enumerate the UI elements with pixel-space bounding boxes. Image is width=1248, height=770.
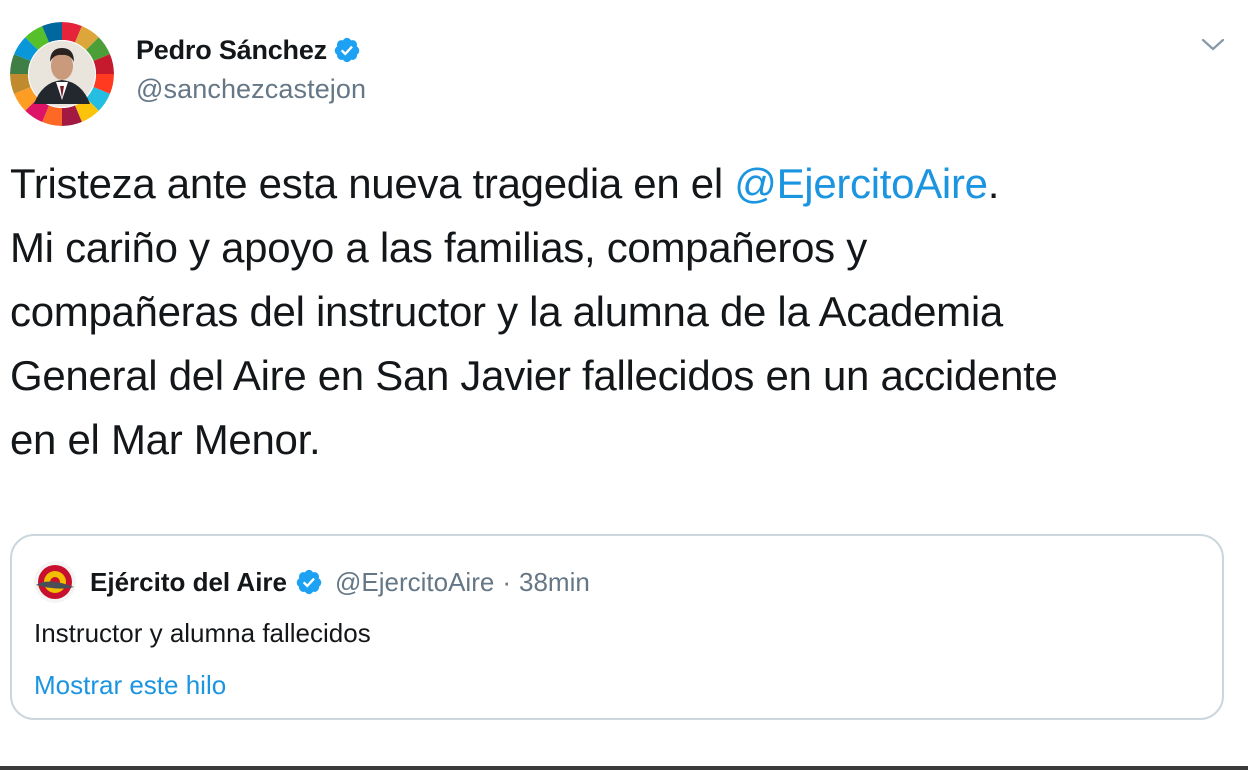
quoted-tweet-text: Instructor y alumna fallecidos [34, 618, 371, 648]
tweet-card: Pedro Sánchez @sanchezcastejon Tristeza … [0, 0, 1248, 766]
tweet-text-part-1: Tristeza ante esta nueva tragedia en el [10, 160, 735, 207]
verified-badge-icon [296, 569, 322, 595]
separator-dot: · [502, 566, 511, 597]
quoted-author-avatar[interactable] [34, 561, 76, 603]
author-block: Pedro Sánchez @sanchezcastejon [136, 30, 366, 105]
quoted-tweet[interactable]: Ejército del Aire @EjercitoAire · 38min … [10, 534, 1224, 720]
show-thread-link[interactable]: Mostrar este hilo [34, 670, 226, 701]
air-force-roundel-icon [34, 561, 76, 603]
author-handle[interactable]: @sanchezcastejon [136, 74, 366, 105]
quoted-tweet-time[interactable]: 38min [519, 567, 590, 598]
quoted-author-name[interactable]: Ejército del Aire [90, 567, 287, 598]
quoted-tweet-header: Ejército del Aire @EjercitoAire · 38min [34, 560, 590, 604]
chevron-down-icon[interactable] [1200, 36, 1226, 54]
tweet-text: Tristeza ante esta nueva tragedia en el … [10, 152, 1242, 472]
verified-badge-icon [334, 37, 360, 63]
quoted-author-handle[interactable]: @EjercitoAire [335, 567, 494, 598]
author-avatar[interactable] [10, 22, 114, 126]
mention-link[interactable]: @EjercitoAire [734, 160, 988, 207]
author-name-row: Pedro Sánchez [136, 30, 366, 70]
bottom-divider [0, 766, 1248, 770]
author-display-name[interactable]: Pedro Sánchez [136, 35, 327, 66]
avatar-image [10, 22, 114, 126]
